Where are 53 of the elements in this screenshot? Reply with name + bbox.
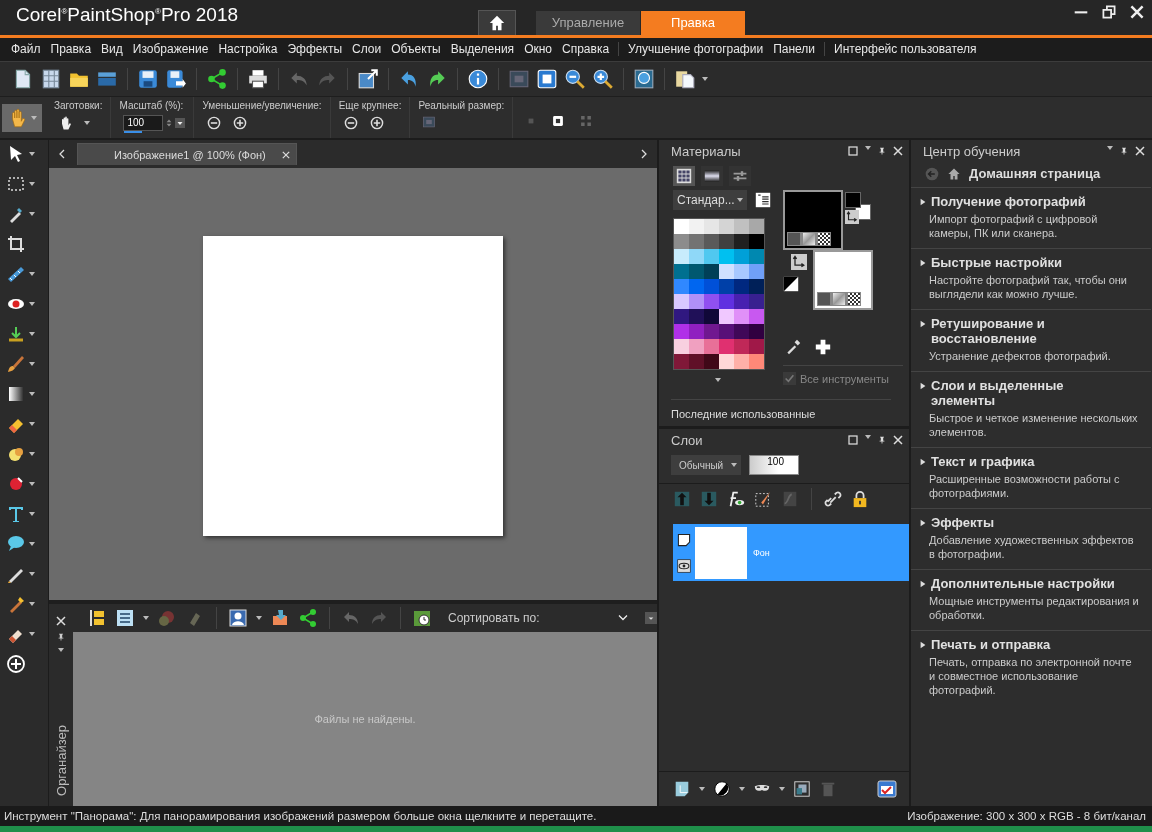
option-label: Реальный размер:: [418, 99, 505, 111]
section-link[interactable]: Дополнительные настройки: [931, 576, 1115, 592]
menu-item[interactable]: Интерфейс пользователя: [829, 42, 982, 57]
section-link[interactable]: Печать и отправка: [931, 637, 1051, 653]
section-link[interactable]: Ретуширование и восстановление: [931, 316, 1131, 347]
section-link[interactable]: Эффекты: [931, 515, 995, 531]
zoom-field[interactable]: 100: [123, 114, 164, 131]
menu-item[interactable]: Улучшение фотографии: [623, 42, 769, 57]
panel-title: Центр обучения: [923, 143, 1021, 159]
menu-item[interactable]: Эффекты: [282, 42, 347, 57]
menu-item[interactable]: Окно: [519, 42, 557, 57]
section-description: Расширенные возможности работы с фотографиями.: [928, 472, 1121, 501]
menu-item[interactable]: Слои: [347, 42, 387, 57]
section-link[interactable]: Текст и графика: [931, 454, 1035, 470]
panel-title: Материалы: [671, 143, 741, 159]
page-title: Домашняя страница: [969, 166, 1101, 182]
section-description: Настройте фотографий так, чтобы они выглядели как можно лучше.: [928, 273, 1128, 302]
menu-item[interactable]: Вид: [96, 42, 128, 57]
menu-item[interactable]: Файл: [6, 42, 46, 57]
blend-mode-dropdown[interactable]: Обычный: [671, 455, 741, 476]
section-description: Мощные инструменты редактирования и обработки.: [928, 594, 1139, 623]
document-tab[interactable]: Изображение1 @ 100% (Фон): [77, 143, 297, 166]
section-description: Устранение дефектов фотографий.: [928, 349, 1112, 364]
menu-item[interactable]: Выделения: [445, 42, 520, 57]
panel-title: Слои: [671, 432, 703, 448]
menu-item[interactable]: Правка: [45, 42, 97, 57]
section-description: Быстрое и четкое изменение нескольких элементов.: [928, 411, 1139, 440]
option-label: Уменьшение/увеличение:: [202, 99, 322, 111]
palette-dropdown[interactable]: Стандар...: [673, 190, 747, 211]
section-description: Печать, отправка по электронной почте и совместное использование фотографий.: [928, 655, 1133, 698]
section-description: Импорт фотографий с цифровой камеры, ПК или сканера.: [928, 212, 1099, 241]
opacity-field[interactable]: 100: [749, 455, 799, 476]
option-label: Масштаб (%):: [119, 99, 185, 111]
section-description: Добавление художественных эффектов в фотографии.: [928, 533, 1135, 562]
option-label: Еще крупнее:: [338, 99, 402, 111]
image-info: Изображение: 300 x 300 x RGB - 8 бит/канал: [907, 810, 1146, 823]
menu-item[interactable]: Изображение: [127, 42, 214, 57]
option-label: Заготовки:: [54, 99, 103, 111]
checkbox-label: Все инструменты: [800, 372, 889, 385]
section-link[interactable]: Слои и выделенные элементы: [931, 378, 1131, 409]
menu-item[interactable]: Настройка: [213, 42, 283, 57]
menu-item[interactable]: Панели: [768, 42, 821, 57]
menu-item[interactable]: Справка: [557, 42, 615, 57]
empty-message: Файлы не найдены.: [314, 713, 416, 726]
section-link[interactable]: Получение фотографий: [931, 194, 1086, 210]
panel-title: Органайзер: [53, 725, 69, 797]
recent-colors-label: Последние использованные: [671, 399, 891, 421]
window-title: Corel$^{®}$PaintShop$^{®}$Pro 2018: [15, 3, 240, 27]
sort-label: Сортировать по:: [448, 611, 540, 626]
workspace-tab[interactable]: Управление: [536, 10, 640, 35]
menu-item[interactable]: Объекты: [386, 42, 446, 57]
status-message: Инструмент "Панорама": Для панорамирования изображений размером больше окна щелкните и перетащите.: [4, 810, 597, 823]
section-link[interactable]: Быстрые настройки: [931, 255, 1062, 271]
